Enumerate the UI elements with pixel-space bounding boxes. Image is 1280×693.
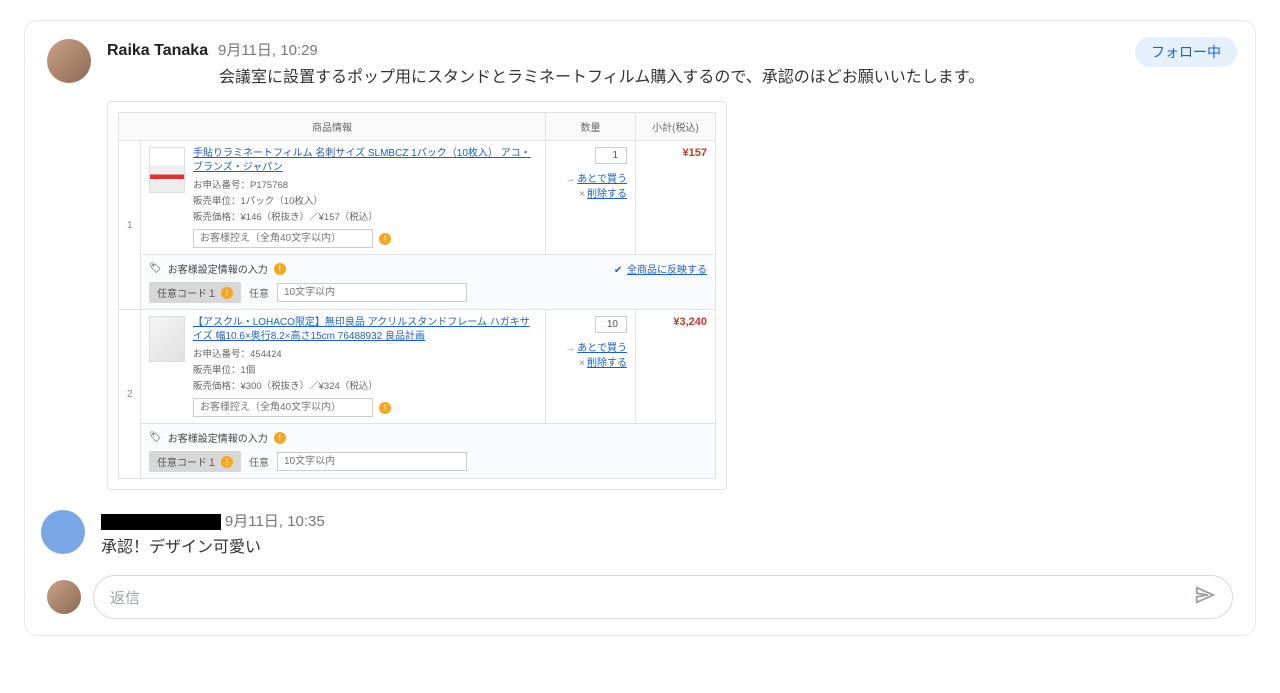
- avatar[interactable]: [47, 580, 81, 614]
- warning-icon: !: [379, 233, 391, 245]
- customer-note-input[interactable]: [193, 398, 373, 417]
- comment-header: 9月11日, 10:35: [101, 510, 325, 531]
- tag-icon: 🏷: [149, 263, 162, 274]
- order-table: 商品情報 数量 小計(税込) 1: [118, 112, 716, 479]
- tag-icon: 🏷: [149, 432, 162, 443]
- customer-note-input[interactable]: [193, 229, 373, 248]
- thread-card: フォロー中 Raika Tanaka 9月11日, 10:29 会議室に設置する…: [24, 20, 1256, 636]
- order-preview: 商品情報 数量 小計(税込) 1: [107, 101, 727, 490]
- warning-icon: !: [274, 432, 286, 444]
- post-header: Raika Tanaka 9月11日, 10:29: [107, 39, 1233, 60]
- subtotal: ¥3,240: [673, 316, 707, 328]
- product-thumbnail[interactable]: [149, 147, 185, 193]
- unit-line: 販売単位：1個: [193, 362, 537, 376]
- code-label: 任意: [249, 285, 269, 300]
- post-body: Raika Tanaka 9月11日, 10:29 会議室に設置するポップ用にス…: [107, 39, 1233, 490]
- code-input[interactable]: [277, 452, 467, 471]
- price-line: 販売価格：¥146（税抜き）／¥157（税込）: [193, 209, 537, 223]
- delete-link[interactable]: 削除する: [587, 189, 627, 200]
- qty-input[interactable]: 1: [595, 147, 627, 164]
- settings-label: お客様設定情報の入力: [168, 430, 268, 445]
- code-chip: 任意コード１ !: [149, 282, 241, 303]
- reflect-all-link[interactable]: 全商品に反映する: [627, 265, 707, 276]
- warning-icon: !: [274, 263, 286, 275]
- check-icon: ✔: [614, 265, 622, 276]
- reply-input[interactable]: 返信: [93, 575, 1233, 619]
- comment: 9月11日, 10:35 承認！デザイン可愛い: [41, 510, 1233, 557]
- post-timestamp: 9月11日, 10:29: [218, 42, 318, 59]
- product-link[interactable]: 【アスクル・LOHACO限定】無印良品 アクリルスタンドフレーム ハガキサイズ …: [193, 317, 530, 342]
- settings-row: 🏷 お客様設定情報の入力 ! 任意コード１ !: [119, 424, 716, 479]
- warning-icon: !: [221, 456, 233, 468]
- reply-placeholder: 返信: [110, 587, 140, 608]
- comment-timestamp: 9月11日, 10:35: [225, 513, 325, 530]
- avatar[interactable]: [47, 39, 91, 83]
- comment-body: 9月11日, 10:35 承認！デザイン可愛い: [101, 510, 325, 557]
- comment-text: 承認！デザイン可愛い: [101, 533, 325, 557]
- post: Raika Tanaka 9月11日, 10:29 会議室に設置するポップ用にス…: [47, 39, 1233, 490]
- save-later-link[interactable]: あとで買う: [577, 343, 627, 354]
- warning-icon: !: [221, 287, 233, 299]
- reply-row: 返信: [47, 575, 1233, 619]
- send-icon[interactable]: [1194, 584, 1216, 610]
- row-index: 1: [119, 141, 141, 310]
- qty-input[interactable]: 10: [595, 316, 627, 333]
- row-index: 2: [119, 310, 141, 479]
- settings-label: お客様設定情報の入力: [168, 261, 268, 276]
- code-label: 任意: [249, 454, 269, 469]
- redacted-name: [101, 514, 221, 530]
- table-row: 1 手貼りラミネートフィルム 名刺サイズ SLMBCZ 1パック（10枚入） ア…: [119, 141, 716, 255]
- product-link[interactable]: 手貼りラミネートフィルム 名刺サイズ SLMBCZ 1パック（10枚入） アコ・…: [193, 148, 531, 173]
- settings-row: 🏷 お客様設定情報の入力 ! ✔ 全商品に反映する: [119, 255, 716, 310]
- code-chip: 任意コード１ !: [149, 451, 241, 472]
- product-thumbnail[interactable]: [149, 316, 185, 362]
- post-text: 会議室に設置するポップ用にスタンドとラミネートフィルム購入するので、承認のほどお…: [107, 64, 1233, 91]
- unit-line: 販売単位：1パック（10枚入）: [193, 193, 537, 207]
- follow-badge[interactable]: フォロー中: [1135, 37, 1237, 67]
- table-row: 2 【アスクル・LOHACO限定】無印良品 アクリルスタンドフレーム ハガキサイ…: [119, 310, 716, 424]
- delete-link[interactable]: 削除する: [587, 358, 627, 369]
- price-line: 販売価格：¥300（税抜き）／¥324（税込）: [193, 378, 537, 392]
- th-info: 商品情報: [119, 113, 546, 141]
- apply-no: お申込番号：P175768: [193, 177, 537, 191]
- author-name[interactable]: Raika Tanaka: [107, 42, 208, 59]
- th-qty: 数量: [546, 113, 636, 141]
- save-later-link[interactable]: あとで買う: [577, 174, 627, 185]
- code-input[interactable]: [277, 283, 467, 302]
- th-subtotal: 小計(税込): [636, 113, 716, 141]
- subtotal: ¥157: [683, 147, 707, 159]
- warning-icon: !: [379, 402, 391, 414]
- avatar[interactable]: [41, 510, 85, 554]
- apply-no: お申込番号：454424: [193, 346, 537, 360]
